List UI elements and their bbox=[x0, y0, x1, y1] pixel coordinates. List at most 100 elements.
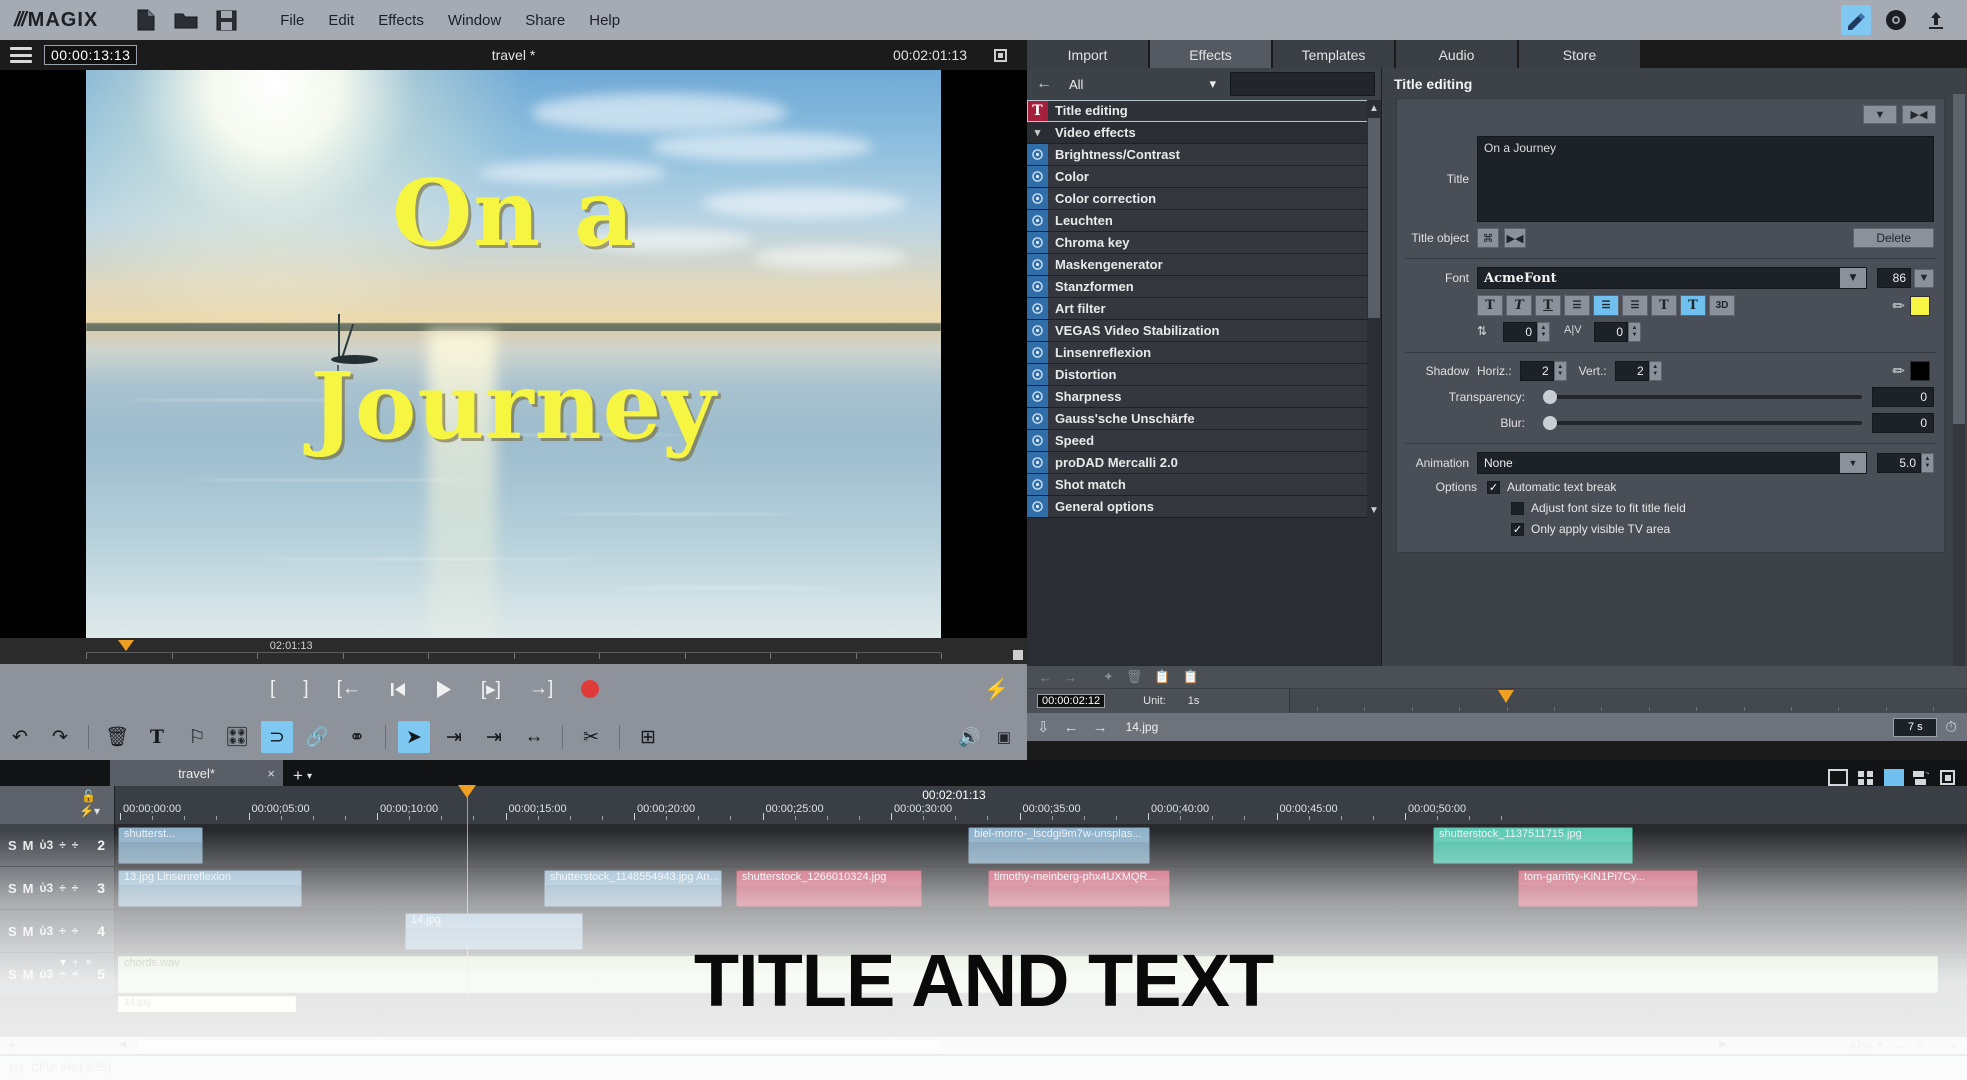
save-disk-icon[interactable] bbox=[214, 8, 238, 32]
previous-object-icon[interactable]: ← bbox=[1064, 719, 1079, 736]
animation-duration-value[interactable]: 5.0 bbox=[1877, 453, 1921, 473]
timeline-clip[interactable]: 13.jpg Linsenreflexion bbox=[118, 870, 302, 907]
effect-mini-timeline[interactable]: 00:00:02:12 Unit: 1s bbox=[1027, 688, 1967, 714]
effect-item-video-effects[interactable]: ▾ Video effects bbox=[1027, 122, 1381, 144]
ungroup-button[interactable]: ⚭ bbox=[341, 721, 373, 753]
shadow-horiz-stepper[interactable]: ▲ ▼ bbox=[1553, 361, 1567, 381]
preview-quality-icon[interactable]: ⚡ bbox=[984, 677, 1009, 702]
effect-item-maskengenerator[interactable]: Maskengenerator bbox=[1027, 254, 1381, 276]
fade-in-icon-track-4[interactable]: ÷ bbox=[59, 924, 66, 938]
scroll-left-icon[interactable]: ◀ bbox=[119, 1039, 127, 1050]
menu-help[interactable]: Help bbox=[589, 12, 620, 29]
fade-out-icon-track-5[interactable]: ÷ bbox=[72, 967, 79, 981]
set-out-point-button[interactable]: ] bbox=[303, 678, 308, 700]
multicam-view-icon[interactable] bbox=[1912, 769, 1932, 786]
fade-in-icon-track-2[interactable]: ÷ bbox=[59, 838, 66, 852]
preview-menu-icon[interactable] bbox=[10, 47, 32, 63]
undo-button[interactable]: ↶ bbox=[4, 721, 36, 753]
add-timeline-tab-button[interactable]: + ▾ bbox=[293, 766, 312, 786]
properties-scrollbar[interactable] bbox=[1953, 94, 1965, 710]
track-header-3[interactable]: S Mὑ3 ÷ ÷ 3 bbox=[0, 867, 115, 909]
cut-scissors-button[interactable]: ✂ bbox=[575, 721, 607, 753]
scroll-up-icon[interactable]: ▲ bbox=[1367, 100, 1381, 116]
add-track-bottom-button[interactable]: + bbox=[0, 1037, 115, 1054]
effect-item-prodad-mercalli-2-0[interactable]: proDAD Mercalli 2.0 bbox=[1027, 452, 1381, 474]
align-right-button[interactable]: ☰ bbox=[1622, 295, 1648, 316]
fit-width-icon[interactable]: ↔ bbox=[1894, 1040, 1905, 1052]
record-button[interactable] bbox=[581, 680, 600, 698]
effect-item-art-filter[interactable]: Art filter bbox=[1027, 298, 1381, 320]
effect-item-title-editing[interactable]: T Title editing bbox=[1027, 100, 1381, 122]
track-header-2[interactable]: S Mὑ3 ÷ ÷ 2 bbox=[0, 824, 115, 866]
solo-button-track-2[interactable]: S bbox=[8, 838, 17, 853]
align-left-button[interactable]: ☰ bbox=[1564, 295, 1590, 316]
effects-search-input[interactable] bbox=[1230, 72, 1375, 96]
stretch-mode-button[interactable]: ↔ bbox=[518, 721, 550, 753]
shadow-vert-stepper[interactable]: ▲ ▼ bbox=[1648, 361, 1662, 381]
transparency-value[interactable]: 0 bbox=[1872, 387, 1934, 407]
solo-button-track-3[interactable]: S bbox=[8, 881, 17, 896]
mini-timeline-track[interactable] bbox=[1289, 689, 1967, 714]
timeline-track-2[interactable]: S Mὑ3 ÷ ÷ 2 shutterst... biel-morro-_lscdgi9m7… bbox=[0, 824, 1967, 867]
mute-button-track-4[interactable]: M bbox=[23, 924, 34, 939]
effect-item-color[interactable]: Color bbox=[1027, 166, 1381, 188]
text-color-swatch[interactable] bbox=[1910, 295, 1930, 316]
mini-timeline-unit-value[interactable]: 1s bbox=[1188, 695, 1200, 707]
solo-button-track-4[interactable]: S bbox=[8, 924, 17, 939]
effects-category-dropdown[interactable]: All ▾ bbox=[1061, 73, 1224, 95]
shadow-color-swatch[interactable] bbox=[1910, 361, 1930, 381]
single-object-mode-button[interactable]: ⇥ bbox=[438, 721, 470, 753]
letter-spacing-value[interactable]: 0 bbox=[1594, 322, 1628, 342]
underline-button[interactable]: T bbox=[1535, 295, 1561, 316]
effects-scroll-thumb[interactable] bbox=[1368, 118, 1380, 318]
blur-slider[interactable] bbox=[1543, 416, 1862, 430]
snap-magnet-button[interactable]: ⊃ bbox=[261, 721, 293, 753]
effect-item-leuchten[interactable]: Leuchten bbox=[1027, 210, 1381, 232]
scroll-right-icon[interactable]: ▶ bbox=[1719, 1039, 1727, 1050]
timeline-playhead[interactable] bbox=[458, 785, 476, 996]
storyboard-view-icon[interactable] bbox=[1828, 769, 1848, 786]
preset-dropdown-button[interactable]: ▼ bbox=[1863, 105, 1897, 124]
timeline-clip[interactable]: chords.wav bbox=[118, 956, 1938, 993]
zoom-in-icon[interactable]: + bbox=[1951, 1040, 1957, 1052]
lock-icon-track-5[interactable]: ὑ3 bbox=[40, 967, 54, 981]
effect-item-speed[interactable]: Speed bbox=[1027, 430, 1381, 452]
timeline-clip[interactable]: tom-garritty-KiN1Pi7Cy... bbox=[1518, 870, 1698, 907]
lock-icon-track-2[interactable]: ὑ3 bbox=[40, 838, 54, 852]
export-upload-icon[interactable] bbox=[1921, 5, 1951, 35]
next-marker-button[interactable]: [▸] bbox=[481, 678, 501, 701]
scene-overview-icon[interactable] bbox=[1856, 769, 1876, 786]
fade-out-icon-track-3[interactable]: ÷ bbox=[72, 881, 79, 895]
font-family-dropdown[interactable]: AcmeFont ▼ bbox=[1477, 267, 1867, 289]
effect-item-sharpness[interactable]: Sharpness bbox=[1027, 386, 1381, 408]
effect-item-gauss-sche-unsch-rfe[interactable]: Gauss'sche Unschärfe bbox=[1027, 408, 1381, 430]
effect-item-general-options[interactable]: General options bbox=[1027, 496, 1381, 518]
new-document-icon[interactable] bbox=[134, 8, 158, 32]
set-in-point-button[interactable]: [ bbox=[270, 678, 275, 700]
timeline-track-3[interactable]: S Mὑ3 ÷ ÷ 3 13.jpg Linsenreflexion shutterstoc… bbox=[0, 867, 1967, 910]
delete-keyframe-icon[interactable]: 🗑 bbox=[1126, 669, 1143, 685]
curve-mode-button[interactable]: ⇥ bbox=[478, 721, 510, 753]
next-object-icon[interactable]: → bbox=[1093, 719, 1108, 736]
track-extra-control[interactable]: ▾ bbox=[60, 955, 66, 969]
animation-dropdown[interactable]: None ▼ bbox=[1477, 452, 1867, 474]
only-visible-tv-area-checkbox[interactable]: ✓ bbox=[1511, 522, 1524, 536]
marker-flag-button[interactable]: ⚐ bbox=[181, 721, 213, 753]
track-body-4[interactable]: 14.jpg bbox=[115, 910, 1967, 952]
transparency-slider[interactable] bbox=[1543, 390, 1862, 404]
edit-mode-icon[interactable] bbox=[1841, 5, 1871, 35]
menu-effects[interactable]: Effects bbox=[378, 12, 424, 29]
auto-snap-icon[interactable]: ⚡▾ bbox=[79, 804, 100, 818]
playhead-handle[interactable] bbox=[458, 785, 476, 798]
bottom-clip-strip[interactable]: 14.jpg bbox=[118, 996, 296, 1012]
effect-item-vegas-video-stabilization[interactable]: VEGAS Video Stabilization bbox=[1027, 320, 1381, 342]
track-body-2[interactable]: shutterst... biel-morro-_lscdgi9m7w-unspl… bbox=[115, 824, 1967, 866]
align-center-button[interactable]: ☰ bbox=[1593, 295, 1619, 316]
shadow-vert-value[interactable]: 2 bbox=[1614, 361, 1649, 381]
track-body-3[interactable]: 13.jpg Linsenreflexion shutterstock_11485… bbox=[115, 867, 1967, 909]
preview-scrubber[interactable]: 02:01:13 bbox=[0, 638, 1027, 664]
adjust-font-size-checkbox[interactable] bbox=[1511, 501, 1524, 515]
scrubber-handle[interactable] bbox=[1013, 650, 1023, 660]
effect-item-shot-match[interactable]: Shot match bbox=[1027, 474, 1381, 496]
play-button[interactable] bbox=[434, 680, 453, 699]
